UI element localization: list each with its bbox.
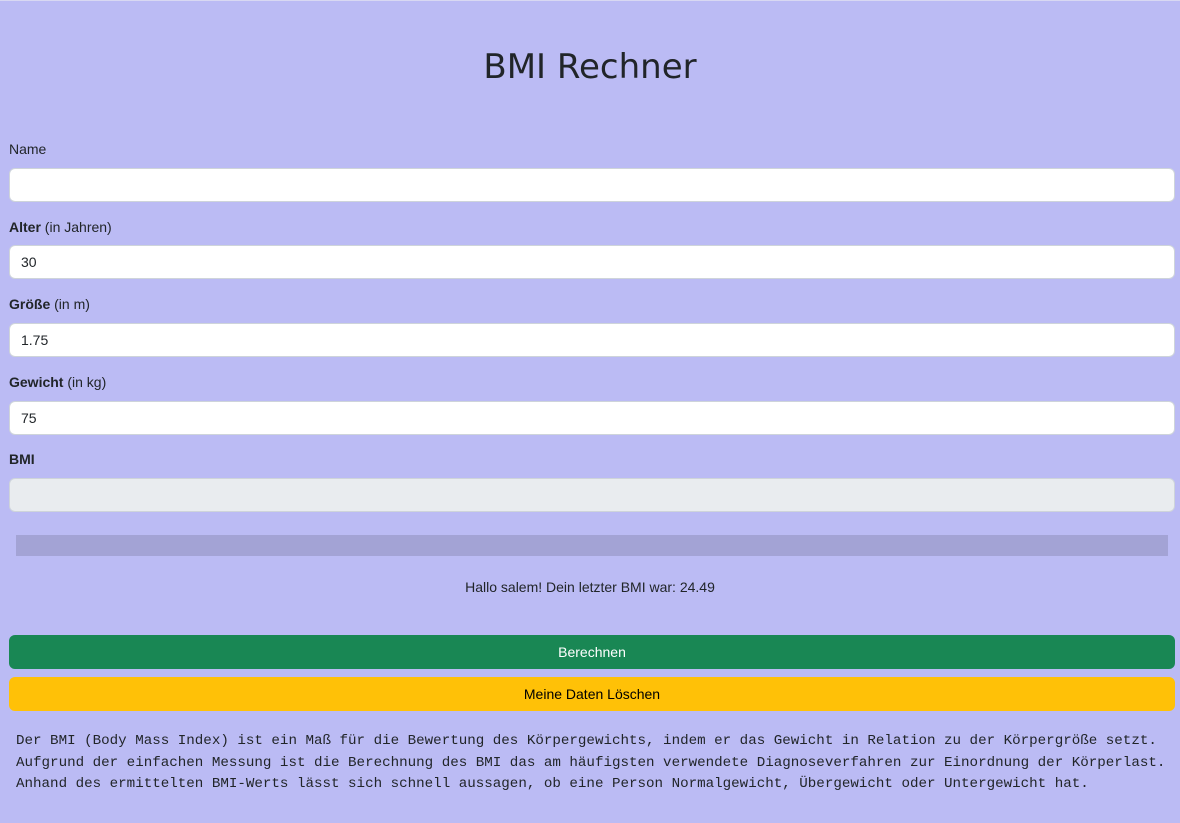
bmi-label: BMI [9,449,35,469]
bmi-info-text: Der BMI (Body Mass Index) ist ein Maß fü… [16,733,1166,792]
greeting-message: Hallo salem! Dein letzter BMI war: 24.49 [465,579,715,595]
bmi-progress-bar [16,535,1168,556]
bmi-output-field [9,478,1175,512]
weight-label-suffix: (in kg) [63,374,107,390]
bmi-label-bold: BMI [9,451,35,467]
name-label: Name [9,139,46,159]
weight-input[interactable] [9,401,1175,435]
delete-data-button[interactable]: Meine Daten Löschen [9,677,1175,711]
weight-label-bold: Gewicht [9,374,64,390]
age-label-suffix: (in Jahren) [40,219,112,235]
height-label-bold: Größe [9,296,51,312]
height-input[interactable] [9,323,1175,357]
calculate-button[interactable]: Berechnen [9,635,1175,669]
height-label: Größe (in m) [9,294,90,314]
age-input[interactable] [9,245,1175,279]
name-input[interactable] [9,168,1175,202]
name-label-text: Name [9,141,47,157]
age-label: Alter (in Jahren) [9,217,112,237]
age-label-bold: Alter [9,219,41,235]
weight-label: Gewicht (in kg) [9,372,106,392]
bmi-page: BMI Rechner Name Alter (in Jahren) Größe… [0,0,1180,823]
height-label-suffix: (in m) [50,296,90,312]
page-title: BMI Rechner [483,47,697,87]
